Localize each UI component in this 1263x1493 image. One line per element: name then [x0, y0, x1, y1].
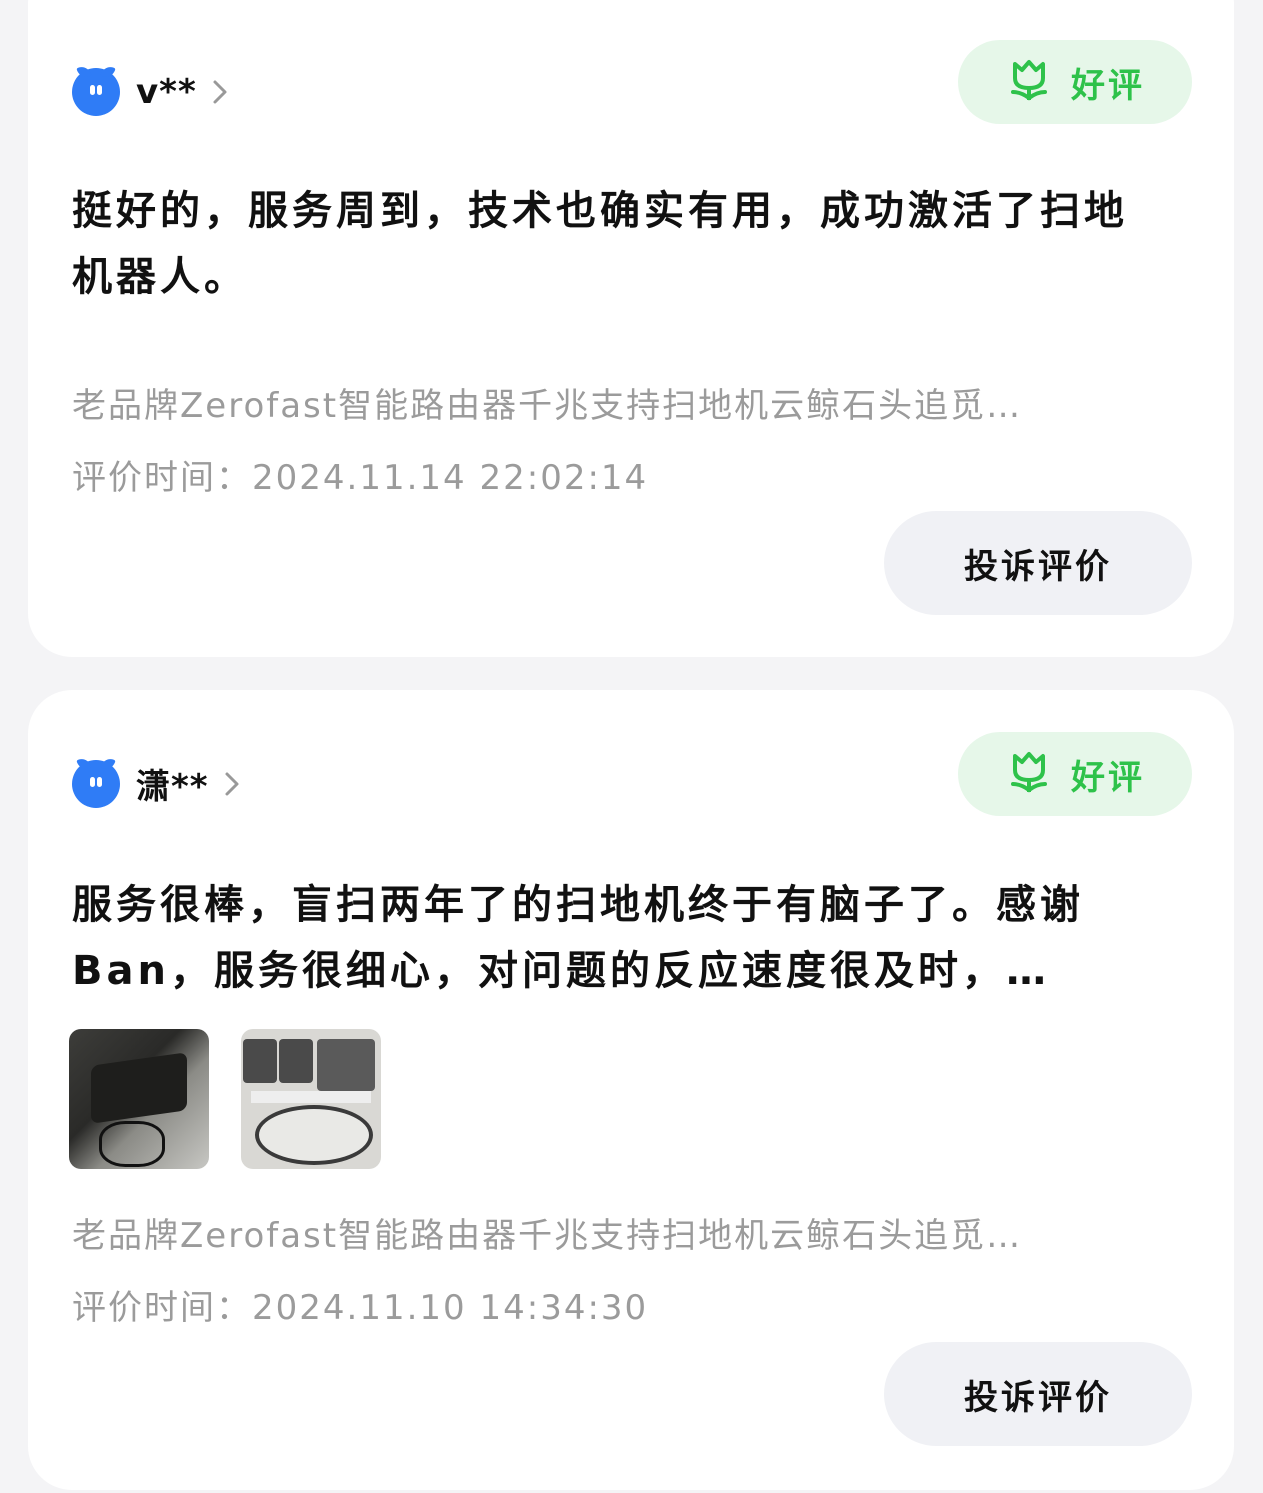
tulip-icon — [1005, 56, 1053, 108]
good-review-badge: 好评 — [958, 40, 1192, 124]
review-text: 挺好的，服务周到，技术也确实有用，成功激活了扫地机器人。 — [72, 188, 1128, 300]
good-review-badge: 好评 — [958, 732, 1192, 816]
review-photo-router[interactable] — [69, 1029, 209, 1169]
review-card: v** 好评 挺好的，服务周到，技术也确实有用，成功激活了扫地机器人。 老品牌Z… — [28, 0, 1234, 657]
review-time: 评价时间：2024.11.14 22:02:14 — [72, 458, 649, 498]
reviewer-row[interactable]: v** — [72, 68, 241, 116]
product-link[interactable]: 老品牌Zerofast智能路由器千兆支持扫地机云鲸石头追觅… — [72, 378, 1147, 427]
tulip-icon — [1005, 748, 1053, 800]
product-link[interactable]: 老品牌Zerofast智能路由器千兆支持扫地机云鲸石头追觅… — [72, 1208, 1147, 1257]
chevron-right-icon[interactable] — [223, 769, 253, 799]
review-time: 评价时间：2024.11.10 14:34:30 — [72, 1288, 649, 1328]
reviewer-row[interactable]: 潇** — [72, 759, 253, 808]
review-photo-robot-vacuum[interactable] — [241, 1029, 381, 1169]
avatar[interactable] — [72, 759, 120, 808]
badge-label: 好评 — [1071, 757, 1145, 798]
reviewer-name[interactable]: 潇** — [136, 759, 209, 808]
review-text[interactable]: 服务很棒，盲扫两年了的扫地机终于有脑子了。感谢Ban，服务很细心，对问题的反应速… — [72, 872, 1162, 1004]
badge-label: 好评 — [1071, 65, 1145, 106]
complaint-button[interactable]: 投诉评价 — [884, 511, 1192, 615]
review-card: 潇** 好评 服务很棒，盲扫两年了的扫地机终于有脑子了。感谢Ban，服务很细心，… — [28, 690, 1234, 1490]
complaint-button[interactable]: 投诉评价 — [884, 1342, 1192, 1446]
reviewer-name[interactable]: v** — [136, 72, 197, 112]
chevron-right-icon[interactable] — [211, 77, 241, 107]
avatar[interactable] — [72, 68, 120, 116]
